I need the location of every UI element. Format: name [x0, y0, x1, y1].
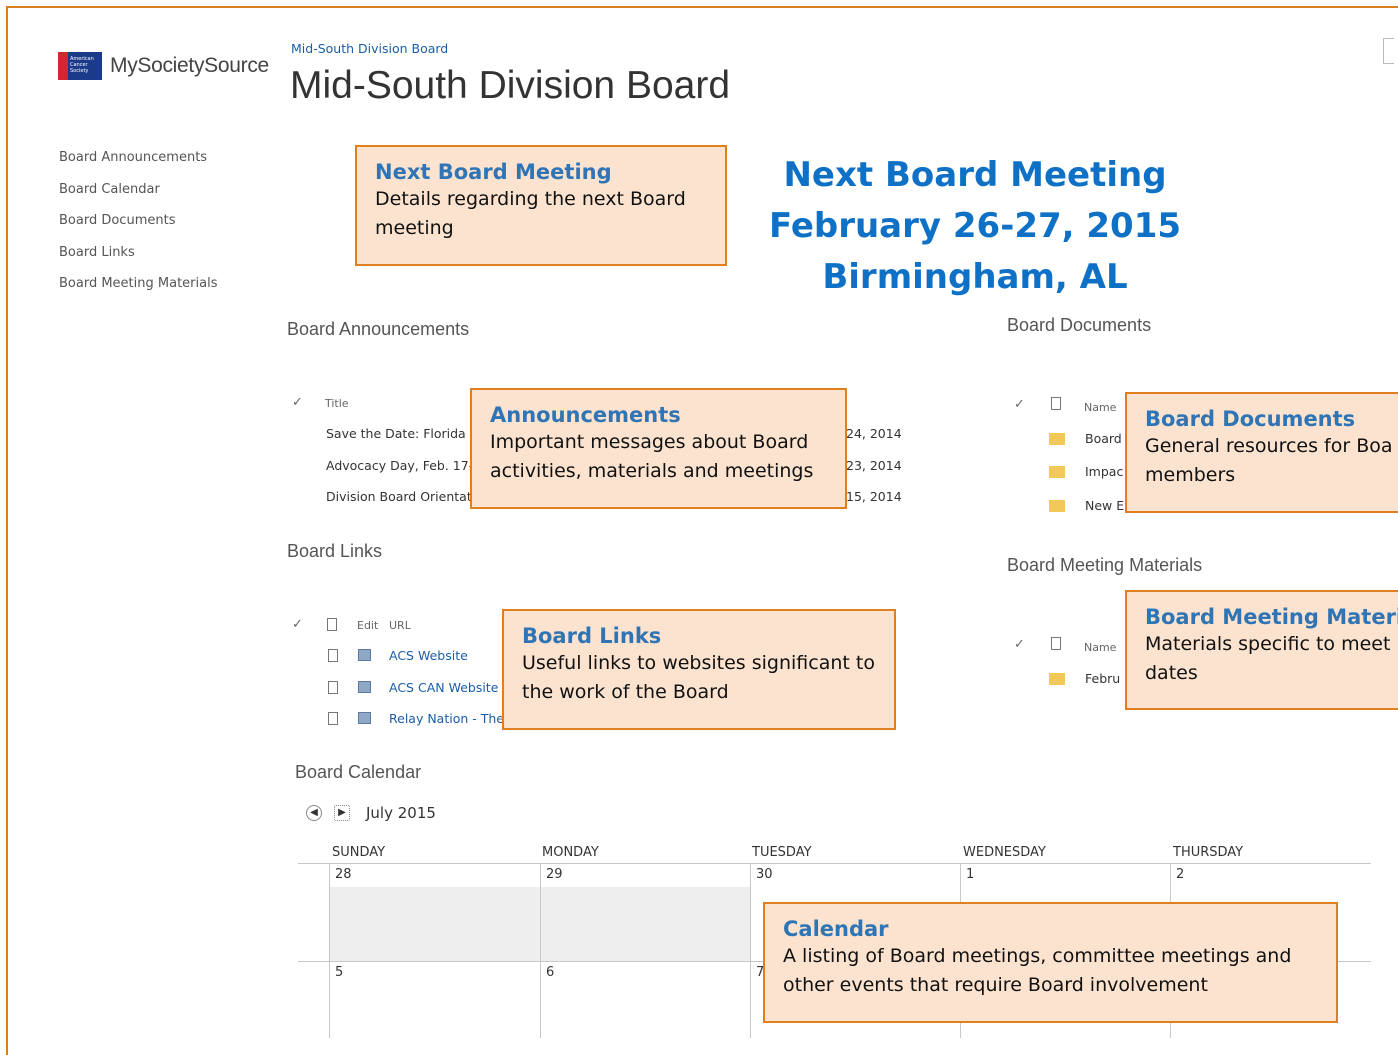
documents-title[interactable]: Board Documents [1007, 315, 1151, 336]
scroll-edge-button[interactable] [1383, 38, 1394, 64]
folder-icon [1049, 673, 1065, 685]
nav-item-board-announcements[interactable]: Board Announcements [59, 150, 217, 182]
callout-title: Board Links [522, 624, 662, 648]
day-header: TUESDAY [752, 845, 812, 860]
document-icon [328, 712, 338, 725]
column-header-title[interactable]: Title [325, 397, 349, 410]
calendar-day-cell[interactable]: 28 [335, 867, 352, 882]
callout-description: General resources for Boa members [1145, 435, 1393, 486]
select-all-checkmark-icon[interactable]: ✓ [1014, 637, 1025, 652]
breadcrumb[interactable]: Mid-South Division Board [291, 41, 448, 56]
calendar-day-cell[interactable]: 1 [966, 867, 974, 882]
list-item-date: 15, 2014 [846, 489, 902, 504]
callout-title: Board Meeting Materia [1145, 605, 1398, 629]
calendar-month-label: July 2015 [366, 804, 436, 822]
calendar-title[interactable]: Board Calendar [295, 762, 421, 783]
folder-icon [1049, 466, 1065, 478]
callout-description: Important messages about Board activitie… [490, 431, 814, 482]
callout-next-board-meeting: Next Board Meeting Details regarding the… [355, 145, 727, 266]
announcements-title[interactable]: Board Announcements [287, 319, 469, 340]
calendar-day-cell[interactable]: 5 [335, 965, 343, 980]
callout-description: Details regarding the next Board meeting [375, 188, 686, 239]
day-header: SUNDAY [332, 845, 386, 860]
quick-launch-nav: Board Announcements Board Calendar Board… [59, 150, 217, 308]
list-item[interactable]: Division Board Orientati [326, 489, 475, 504]
column-header-name[interactable]: Name [1084, 401, 1116, 414]
calendar-day-cell[interactable]: 30 [756, 867, 773, 882]
next-meeting-location: Birmingham, AL [822, 257, 1128, 297]
document-type-icon [1051, 637, 1061, 650]
calendar-day-cell[interactable]: 6 [546, 965, 554, 980]
nav-item-board-meeting-materials[interactable]: Board Meeting Materials [59, 276, 217, 308]
day-header: THURSDAY [1173, 845, 1244, 860]
list-item[interactable]: New E [1085, 498, 1124, 513]
folder-icon [1049, 500, 1065, 512]
edit-icon[interactable] [358, 649, 371, 661]
day-header: MONDAY [542, 845, 599, 860]
site-logo[interactable]: American Cancer Society MySocietySource [58, 52, 269, 80]
list-item[interactable]: Board [1085, 431, 1122, 446]
callout-title: Calendar [783, 917, 889, 941]
callout-board-documents: Board Documents General resources for Bo… [1125, 392, 1398, 513]
document-type-icon [327, 618, 337, 631]
nav-item-board-documents[interactable]: Board Documents [59, 213, 217, 245]
column-header-url[interactable]: URL [389, 619, 411, 632]
list-item[interactable]: Save the Date: Florida D [326, 426, 479, 441]
calendar-day-cell[interactable]: 2 [1176, 867, 1184, 882]
nav-item-board-calendar[interactable]: Board Calendar [59, 182, 217, 214]
callout-title: Announcements [490, 403, 681, 427]
next-meeting-banner: Next Board Meeting February 26-27, 2015 … [760, 150, 1190, 303]
links-title[interactable]: Board Links [287, 541, 382, 562]
folder-icon [1049, 433, 1065, 445]
next-meeting-date: February 26-27, 2015 [768, 206, 1182, 246]
next-month-arrow-icon[interactable]: ▶ [334, 805, 350, 821]
previous-month-arrow-icon[interactable]: ◀ [306, 805, 322, 821]
acs-logo-icon: American Cancer Society [58, 52, 102, 80]
callout-description: Materials specific to meet dates [1145, 633, 1391, 684]
callout-description: Useful links to websites significant to … [522, 652, 875, 703]
callout-description: A listing of Board meetings, committee m… [783, 945, 1292, 996]
materials-title[interactable]: Board Meeting Materials [1007, 555, 1202, 576]
list-item[interactable]: Impac [1085, 464, 1123, 479]
calendar-day-cell[interactable]: 29 [546, 867, 563, 882]
list-item[interactable]: Advocacy Day, Feb. 17-1 [326, 458, 481, 473]
list-item[interactable]: Febru [1085, 671, 1120, 686]
next-meeting-heading: Next Board Meeting [783, 155, 1167, 195]
document-icon [328, 681, 338, 694]
select-all-checkmark-icon[interactable]: ✓ [292, 395, 303, 410]
column-header-edit[interactable]: Edit [357, 619, 378, 632]
callout-announcements: Announcements Important messages about B… [470, 388, 847, 509]
edit-icon[interactable] [358, 681, 371, 693]
site-name: MySocietySource [110, 54, 269, 77]
list-item-date: 24, 2014 [846, 426, 902, 441]
callout-calendar: Calendar A listing of Board meetings, co… [763, 902, 1338, 1023]
edit-icon[interactable] [358, 712, 371, 724]
nav-item-board-links[interactable]: Board Links [59, 245, 217, 277]
callout-board-meeting-materials: Board Meeting Materia Materials specific… [1125, 590, 1398, 710]
document-icon [328, 649, 338, 662]
link-relay-nation[interactable]: Relay Nation - The [389, 711, 504, 726]
link-acs-can-website[interactable]: ACS CAN Website [389, 680, 498, 695]
callout-board-links: Board Links Useful links to websites sig… [502, 609, 896, 730]
select-all-checkmark-icon[interactable]: ✓ [1014, 397, 1025, 412]
day-header: WEDNESDAY [963, 845, 1046, 860]
column-header-name[interactable]: Name [1084, 641, 1116, 654]
select-all-checkmark-icon[interactable]: ✓ [292, 617, 303, 632]
callout-title: Next Board Meeting [375, 160, 612, 184]
list-item-date: 23, 2014 [846, 458, 902, 473]
callout-title: Board Documents [1145, 407, 1356, 431]
document-type-icon [1051, 397, 1061, 410]
page-title: Mid-South Division Board [290, 64, 731, 107]
link-acs-website[interactable]: ACS Website [389, 648, 468, 663]
